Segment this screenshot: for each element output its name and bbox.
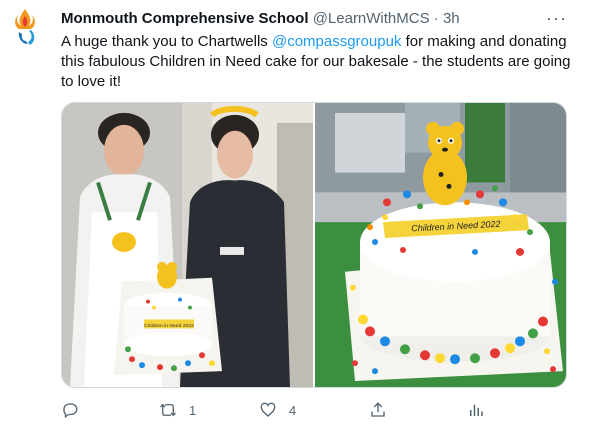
cake-banner-small-label: Children in Need 2022 bbox=[144, 323, 194, 329]
like-count: 4 bbox=[289, 402, 297, 418]
school-logo-avatar[interactable] bbox=[12, 8, 38, 48]
reply-button[interactable] bbox=[61, 398, 79, 422]
tweet[interactable]: Monmouth Comprehensive School @LearnWith… bbox=[0, 0, 603, 427]
tweet-text: A huge thank you to Chartwells @compassg… bbox=[61, 32, 581, 92]
tweet-header: Monmouth Comprehensive School @LearnWith… bbox=[61, 10, 563, 28]
share-button[interactable] bbox=[369, 398, 387, 422]
like-button[interactable]: 4 bbox=[259, 398, 296, 422]
share-icon bbox=[371, 402, 385, 417]
tweet-actions: 1 4 bbox=[61, 398, 501, 422]
photo-staff-holding-cake[interactable]: Children in Need 2022 bbox=[62, 103, 313, 387]
tweet-text-before: A huge thank you to Chartwells bbox=[61, 33, 272, 50]
retweet-count: 1 bbox=[189, 402, 197, 418]
retweet-icon bbox=[160, 403, 176, 417]
reply-icon bbox=[63, 403, 78, 419]
tweet-time[interactable]: 3h bbox=[443, 10, 460, 27]
analytics-icon bbox=[470, 404, 483, 416]
mention-link[interactable]: @compassgroupuk bbox=[272, 33, 401, 50]
more-options-button[interactable]: ··· bbox=[546, 8, 568, 28]
media-grid: Children in Need 2022 Children in Need 2… bbox=[61, 102, 567, 388]
heart-icon bbox=[260, 402, 276, 417]
analytics-button[interactable] bbox=[467, 398, 485, 422]
retweet-button[interactable]: 1 bbox=[159, 398, 196, 422]
photo-cake-closeup[interactable]: Children in Need 2022 bbox=[315, 103, 567, 387]
author-handle[interactable]: @LearnWithMCS bbox=[313, 10, 430, 27]
separator: · bbox=[433, 10, 439, 27]
author-name[interactable]: Monmouth Comprehensive School bbox=[61, 10, 309, 27]
